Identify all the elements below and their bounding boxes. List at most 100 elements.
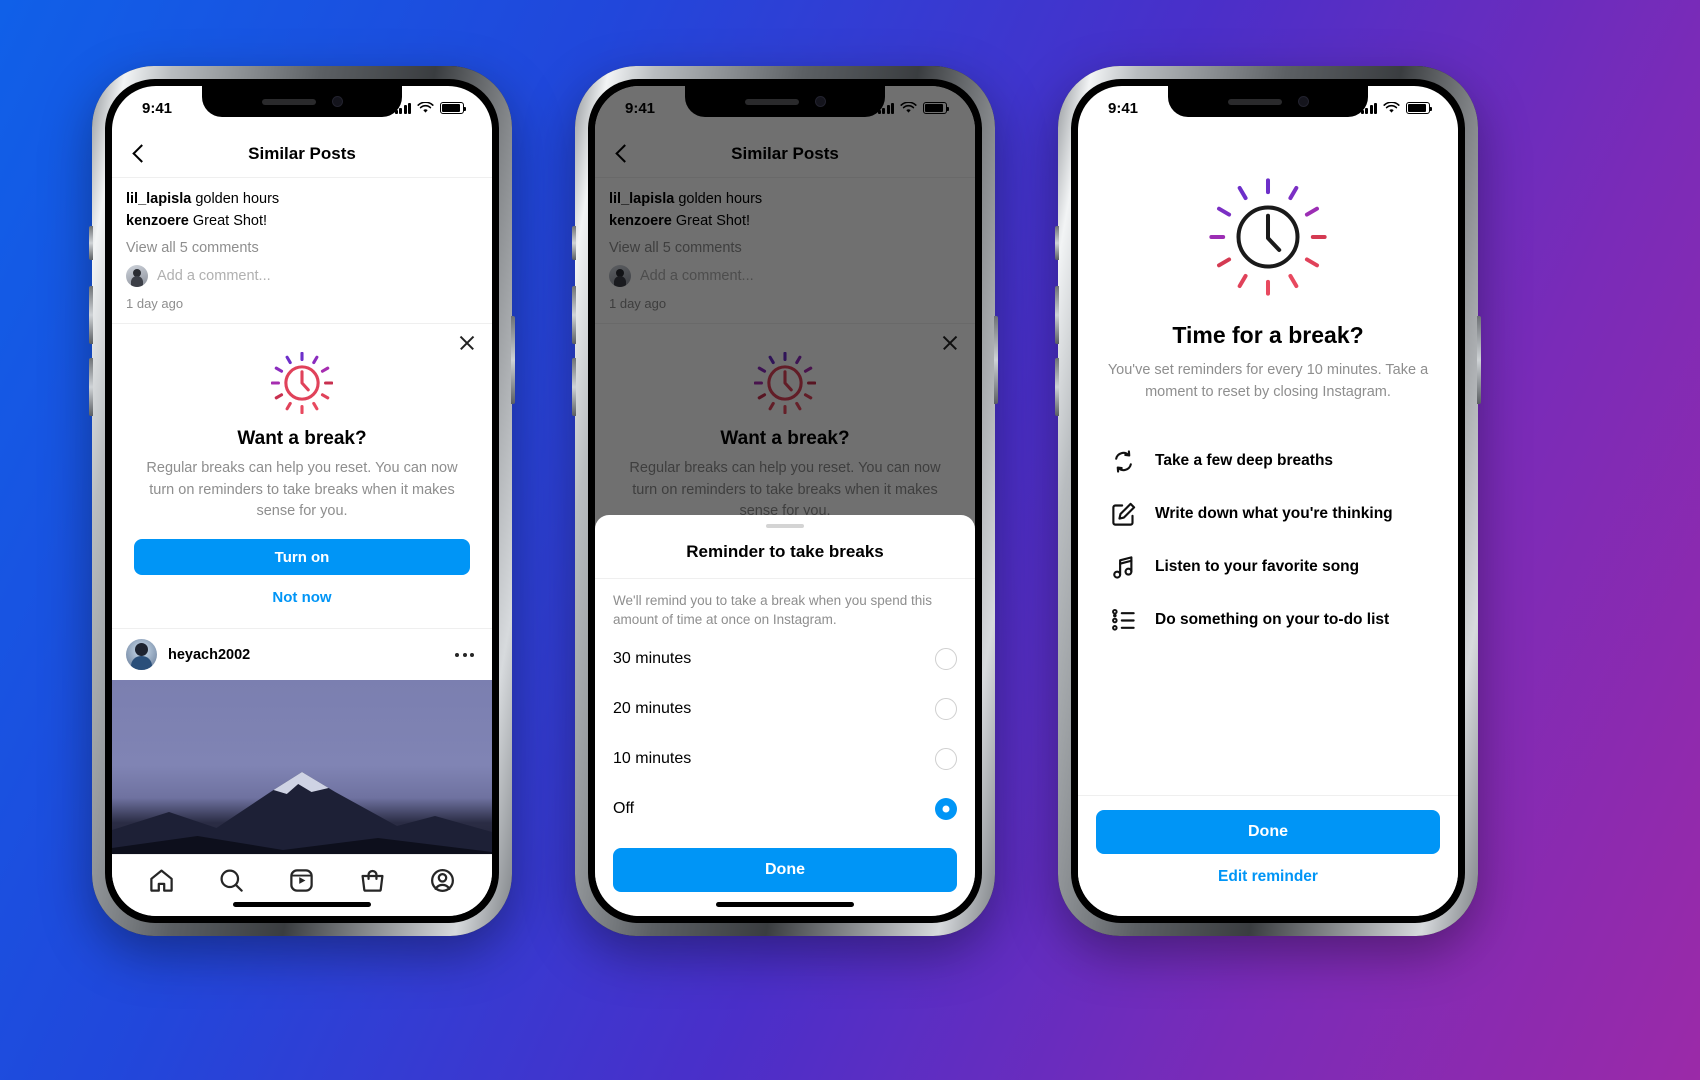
option-label: 30 minutes [613,650,692,667]
add-comment-row[interactable]: Add a comment... [126,264,478,287]
break-card-title: Want a break? [237,427,367,449]
list-item[interactable]: Do something on your to-do list [1110,607,1432,634]
option-row-20-minutes[interactable]: 20 minutes [595,684,975,734]
search-icon[interactable] [218,867,245,894]
mute-switch[interactable] [89,226,93,260]
power-button[interactable] [1477,316,1481,404]
sheet-title: Reminder to take breaks [595,528,975,579]
break-card-body: Regular breaks can help you reset. You c… [146,459,458,520]
volume-down-button[interactable] [572,358,576,416]
volume-up-button[interactable] [89,286,93,344]
power-button[interactable] [511,316,515,404]
post-image[interactable] [112,680,492,871]
edit-square-icon [1112,502,1136,526]
list-item[interactable]: Listen to your favorite song [1110,554,1432,581]
option-label: Off [613,800,635,817]
page-subtitle: You've set reminders for every 10 minute… [1107,362,1429,401]
turn-on-button[interactable]: Turn on [134,539,470,576]
mute-switch[interactable] [572,226,576,260]
break-screen-footer: Done Edit reminder [1078,795,1458,916]
caption-line-1: lil_lapisla golden hours [126,188,478,210]
list-item-label: Do something on your to-do list [1155,611,1390,629]
home-indicator [233,902,371,907]
option-row-30-minutes[interactable]: 30 minutes [595,634,975,684]
option-row-10-minutes[interactable]: 10 minutes [595,734,975,784]
next-post-header: heyach2002 [112,629,492,680]
break-promo-card: Want a break? Regular breaks can help yo… [112,324,492,630]
not-now-button[interactable]: Not now [134,589,470,606]
radio-button[interactable] [935,748,957,770]
list-item-label: Take a few deep breaths [1155,452,1334,470]
chevron-left-icon[interactable] [128,143,150,165]
wifi-icon [1383,102,1400,113]
close-icon[interactable] [458,334,476,352]
power-button[interactable] [994,316,998,404]
radio-button-selected[interactable] [935,798,957,820]
avatar [126,264,148,287]
radio-button[interactable] [935,698,957,720]
front-camera [331,96,343,107]
option-label: 20 minutes [613,700,692,717]
music-note-icon [1113,556,1133,579]
screen-2: 9:41 Similar Posts lil_lapisla [595,86,975,916]
home-indicator [716,902,854,907]
volume-down-button[interactable] [89,358,93,416]
edit-reminder-button[interactable]: Edit reminder [1096,868,1440,886]
app-header-1: Similar Posts [112,130,492,178]
sheet-subtitle: We'll remind you to take a break when yo… [613,592,933,628]
front-camera [1297,96,1309,107]
battery-icon [1406,102,1432,114]
battery-icon [440,102,466,114]
post-timestamp: 1 day ago [126,295,184,311]
status-time: 9:41 [142,99,173,117]
mute-switch[interactable] [1055,226,1059,260]
notch [202,86,402,117]
list-item-label: Listen to your favorite song [1155,558,1360,576]
shop-icon[interactable] [359,867,386,894]
notch [685,86,885,117]
phone-mockup-3: 9:41 Time for a break? You've set remind… [1055,66,1481,936]
done-button[interactable]: Done [613,848,957,892]
list-item[interactable]: Write down what you're thinking [1110,501,1432,528]
break-screen-body: Time for a break? You've set reminders f… [1078,130,1458,634]
reminder-bottom-sheet: Reminder to take breaks We'll remind you… [595,514,975,916]
option-row-off[interactable]: Off [595,784,975,834]
suggestions-list: Take a few deep breaths Write down what … [1104,448,1432,634]
page-title: Similar Posts [248,143,356,163]
reels-icon[interactable] [288,867,315,894]
volume-up-button[interactable] [1055,286,1059,344]
add-comment-input[interactable]: Add a comment... [157,268,271,284]
todo-list-icon [1112,608,1135,631]
list-item[interactable]: Take a few deep breaths [1110,448,1432,475]
phone-mockup-1: 9:41 Similar Posts lil_lapisla golden ho… [89,66,515,936]
caption-username-2[interactable]: kenzoere [126,213,189,229]
earpiece-speaker [744,98,799,105]
status-time: 9:41 [625,99,656,117]
clock-rays-icon [1104,178,1432,296]
refresh-loop-icon [1115,450,1132,473]
caption-username-1[interactable]: lil_lapisla [126,191,191,207]
avatar[interactable] [126,639,157,671]
page-title: Time for a break? [1172,322,1364,348]
more-horizontal-icon[interactable] [455,652,478,657]
post-username[interactable]: heyach2002 [168,647,444,663]
front-camera [814,96,826,107]
volume-up-button[interactable] [572,286,576,344]
post-caption-block: lil_lapisla golden hours kenzoere Great … [112,178,492,324]
view-all-comments-link[interactable]: View all 5 comments [126,240,478,256]
radio-button[interactable] [935,648,957,670]
done-button[interactable]: Done [1096,810,1440,854]
profile-icon[interactable] [429,867,456,894]
caption-text-1: golden hours [195,191,280,207]
clock-rays-icon [134,351,470,414]
caption-text-2: Great Shot! [192,213,268,230]
notch [1168,86,1368,117]
caption-line-2: kenzoere Great Shot! [126,210,478,232]
battery-icon [923,102,949,114]
list-item-label: Write down what you're thinking [1155,505,1393,523]
wifi-icon [900,102,917,113]
status-time: 9:41 [1108,99,1139,117]
home-icon[interactable] [148,867,175,894]
earpiece-speaker [1227,98,1282,105]
volume-down-button[interactable] [1055,358,1059,416]
